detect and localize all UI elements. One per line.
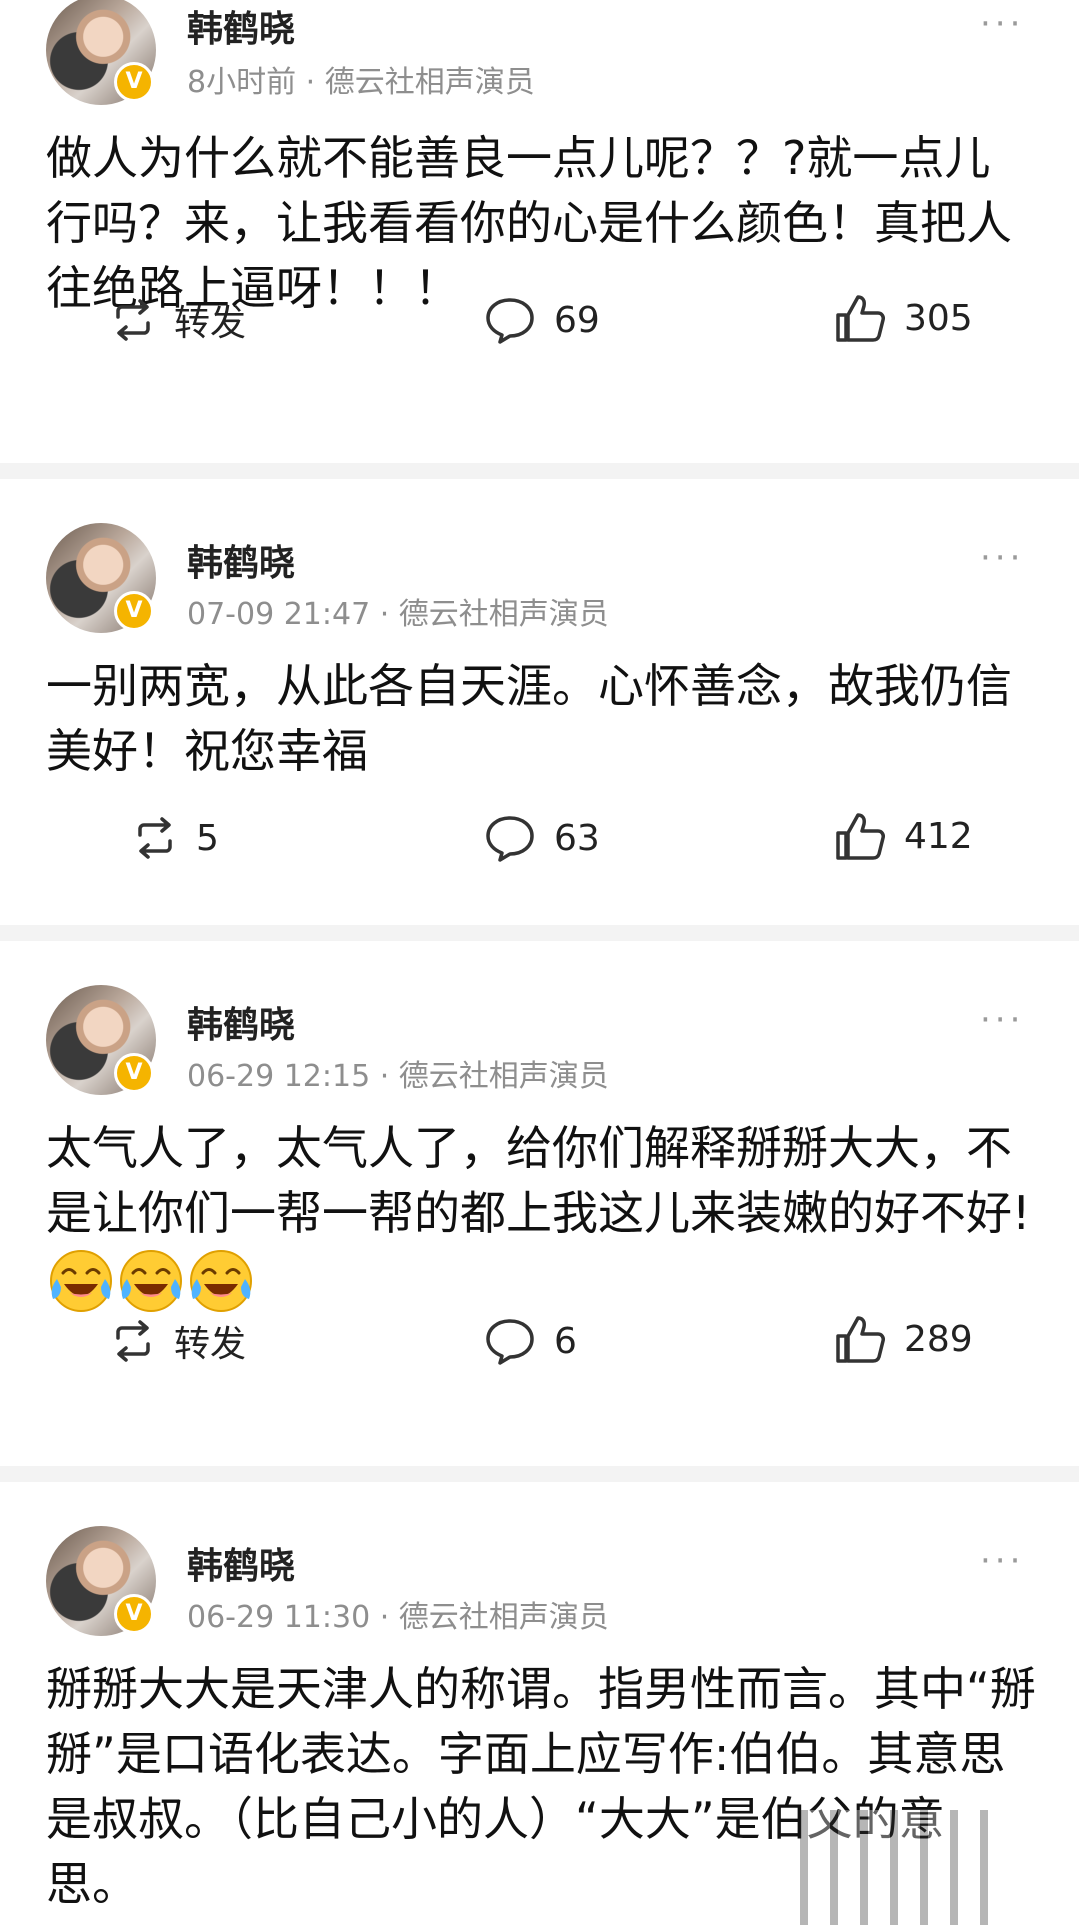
like-count: 305 [904, 297, 973, 339]
repost-button[interactable]: 转发 [110, 295, 246, 345]
author-name[interactable]: 韩鹤晓 [187, 1537, 295, 1589]
comment-button[interactable]: 6 [484, 1316, 577, 1366]
post-separator [0, 463, 1079, 479]
post-meta: 8小时前 · 德云社相声演员 [187, 65, 535, 100]
verified-badge-icon: V [114, 591, 154, 631]
author-name[interactable]: 韩鹤晓 [187, 996, 295, 1048]
repost-label: 转发 [174, 1324, 247, 1365]
author-name[interactable]: 韩鹤晓 [187, 0, 295, 52]
crying-laughing-emoji [120, 1250, 182, 1312]
comment-icon [486, 298, 534, 344]
more-icon[interactable]: ··· [980, 538, 1024, 578]
comment-count: 6 [554, 1320, 577, 1362]
thumbs-up-icon [836, 1316, 885, 1363]
thumbs-up-icon [836, 295, 885, 342]
watermark-overlay [800, 1810, 1010, 1925]
post-meta: 06-29 12:15 · 德云社相声演员 [187, 1059, 609, 1094]
post-separator [0, 925, 1079, 941]
post-text: 做人为什么就不能善良一点儿呢？？?就一点儿行吗？来，让我看看你的心是什么颜色！真… [46, 131, 1012, 315]
crying-laughing-emoji [190, 1250, 252, 1312]
like-button[interactable]: 289 [834, 1314, 973, 1364]
like-button[interactable]: 412 [834, 811, 973, 861]
emoji-group [46, 1250, 256, 1313]
more-icon[interactable]: ··· [980, 1000, 1024, 1040]
comment-count: 63 [554, 817, 600, 859]
like-button[interactable]: 305 [834, 293, 973, 343]
repost-icon [138, 817, 172, 859]
repost-label: 转发 [174, 303, 247, 344]
repost-icon [116, 299, 150, 341]
repost-button[interactable]: 转发 [110, 1316, 246, 1366]
post-card: V 韩鹤晓 07-09 21:47 · 德云社相声演员 ··· 一别两宽，从此各… [0, 479, 1079, 919]
post-card: V 韩鹤晓 8小时前 · 德云社相声演员 ··· 做人为什么就不能善良一点儿呢？… [0, 0, 1079, 388]
post-text-body: 太气人了，太气人了，给你们解释掰掰大大，不是让你们一帮一帮的都上我这儿来装嫩的好… [46, 1121, 1031, 1240]
like-count: 289 [904, 1318, 973, 1360]
comment-icon [486, 1319, 534, 1365]
post-separator [0, 1466, 1079, 1482]
post-meta: 07-09 21:47 · 德云社相声演员 [187, 597, 609, 632]
more-icon[interactable]: ··· [980, 4, 1024, 44]
verified-badge-icon: V [114, 1053, 154, 1093]
post-text: 一别两宽，从此各自天涯。心怀善念，故我仍信美好！祝您幸福 [46, 659, 1012, 778]
repost-button[interactable]: 5 [132, 813, 219, 863]
verified-badge-icon: V [114, 62, 154, 102]
repost-count: 5 [196, 817, 219, 859]
author-name[interactable]: 韩鹤晓 [187, 534, 295, 586]
post-card: V 韩鹤晓 06-29 12:15 · 德云社相声演员 ··· 太气人了，太气人… [0, 941, 1079, 1461]
thumbs-up-icon [836, 813, 885, 860]
comment-count: 69 [554, 299, 600, 341]
more-icon[interactable]: ··· [980, 1541, 1024, 1581]
repost-icon [116, 1320, 150, 1362]
post-meta: 06-29 11:30 · 德云社相声演员 [187, 1600, 609, 1635]
crying-laughing-emoji [50, 1250, 112, 1312]
post-text: 太气人了，太气人了，给你们解释掰掰大大，不是让你们一帮一帮的都上我这儿来装嫩的好… [46, 1116, 1036, 1319]
verified-badge-icon: V [114, 1594, 154, 1634]
comment-icon [486, 816, 534, 862]
like-count: 412 [904, 815, 973, 857]
comment-button[interactable]: 63 [484, 813, 600, 863]
comment-button[interactable]: 69 [484, 295, 600, 345]
